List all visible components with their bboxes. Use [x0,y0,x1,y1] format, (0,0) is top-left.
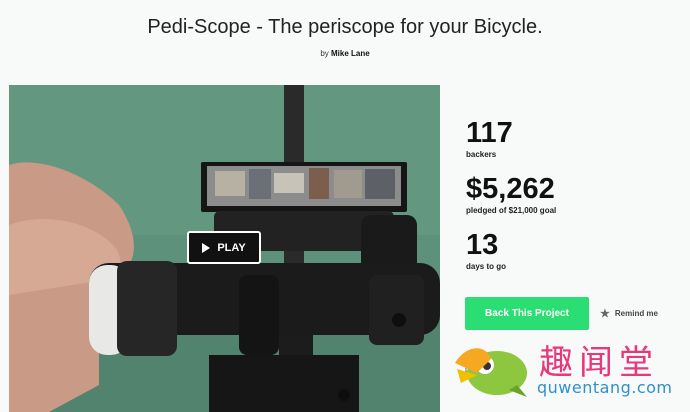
play-label: PLAY [217,241,246,254]
bird-logo-icon [455,348,527,397]
project-title: Pedi-Scope - The periscope for your Bicy… [147,16,543,38]
remind-me-button[interactable]: ★ Remind me [600,307,658,320]
byline: by Mike Lane [0,49,690,58]
watermark-en: quwentang.com [537,378,673,397]
project-stats: 117 backers $5,262 pledged of $21,000 go… [466,117,686,272]
watermark: 趣闻堂 quwentang.com [447,335,690,412]
pledged-amount: $5,262 [466,173,555,205]
by-prefix: by [320,49,329,58]
play-icon [202,242,211,253]
author-link[interactable]: Mike Lane [331,49,370,58]
back-project-button[interactable]: Back This Project [465,297,589,330]
star-icon: ★ [600,308,610,320]
backers-label: backers [466,150,497,159]
remind-label: Remind me [614,309,658,318]
days-label: days to go [466,262,507,271]
days-count: 13 [466,229,499,261]
backers-count: 117 [466,117,513,149]
project-page: Pedi-Scope - The periscope for your Bicy… [0,0,690,412]
watermark-cn: 趣闻堂 [539,343,659,383]
play-button[interactable]: PLAY [187,231,261,264]
pledged-label: pledged of $21,000 goal [466,206,557,215]
